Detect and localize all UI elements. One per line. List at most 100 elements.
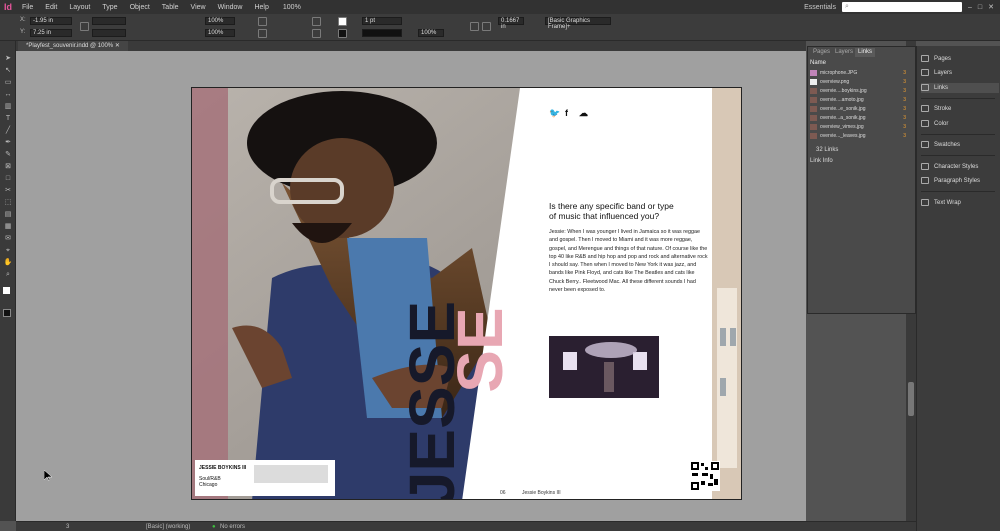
drop-shadow-icon[interactable]	[482, 22, 491, 31]
list-item[interactable]: overview.png 3	[810, 78, 910, 86]
page-tool-icon[interactable]: ▭	[3, 79, 13, 87]
menu-type[interactable]: Type	[96, 4, 123, 11]
list-item[interactable]: overvie..._leaves.jpg 3	[810, 132, 910, 140]
dock-color[interactable]: Color	[921, 119, 999, 129]
interview-answer[interactable]: Jessie: When I was younger I lived in Ja…	[549, 228, 709, 294]
zoom-level[interactable]: 100%	[283, 4, 301, 11]
links-icon	[921, 83, 929, 91]
tint-field[interactable]: 100%	[418, 29, 444, 37]
preflight-profile[interactable]: [Basic] (working)	[146, 524, 190, 530]
scroll-thumb[interactable]	[908, 382, 914, 416]
flip-horizontal-icon[interactable]	[312, 17, 321, 26]
dock-pages[interactable]: Pages	[921, 54, 999, 64]
object-style-dropdown[interactable]: [Basic Graphics Frame]+	[545, 17, 611, 30]
dock-swatches[interactable]: Swatches	[921, 140, 999, 150]
list-item[interactable]: microphone.JPG 3	[810, 69, 910, 77]
scissors-tool-icon[interactable]: ✂	[3, 187, 13, 195]
scale-y-field[interactable]: 100%	[205, 29, 235, 37]
content-collector-icon[interactable]: ▥	[3, 103, 13, 111]
dock-character-styles[interactable]: Character Styles	[921, 162, 999, 172]
preflight-status[interactable]: No errors	[220, 524, 245, 530]
dock-paragraph-styles[interactable]: Paragraph Styles	[921, 176, 999, 186]
list-item[interactable]: overvie....amoto.jpg 3	[810, 96, 910, 104]
tab-layers[interactable]: Layers	[832, 48, 856, 57]
hand-tool-icon[interactable]: ✋	[3, 259, 13, 267]
offset-field[interactable]: 0.1667 in	[498, 17, 524, 30]
video-still[interactable]	[549, 336, 659, 398]
fill-color-icon[interactable]	[3, 287, 10, 294]
menu-file[interactable]: File	[16, 4, 39, 11]
interview-question[interactable]: Is there any specific band or type of mu…	[549, 201, 679, 221]
menu-help[interactable]: Help	[248, 4, 274, 11]
paragraph-styles-icon	[921, 176, 929, 184]
link-info-toggle[interactable]: Link Info	[810, 158, 833, 164]
swatches-icon	[921, 140, 929, 148]
effects-icon[interactable]	[470, 22, 479, 31]
search-input[interactable]: ⌕	[841, 2, 962, 12]
selection-tool-icon[interactable]: ➤	[3, 55, 13, 63]
rectangle-tool-icon[interactable]: □	[3, 175, 13, 183]
close-tab-icon[interactable]: ✕	[115, 43, 120, 49]
fill-swatch-icon[interactable]	[338, 17, 347, 26]
direct-selection-tool-icon[interactable]: ↖	[3, 67, 13, 75]
stroke-weight-field[interactable]: 1 pt	[362, 17, 402, 25]
thumbnail	[810, 114, 817, 121]
document-spread[interactable]: SE JESSE 🐦 f ☁ Is there any specific ban…	[191, 87, 742, 500]
menu-table[interactable]: Table	[156, 4, 185, 11]
menu-object[interactable]: Object	[124, 4, 156, 11]
tab-links[interactable]: Links	[855, 48, 876, 57]
pen-tool-icon[interactable]: ✒	[3, 139, 13, 147]
zoom-tool-icon[interactable]: ⌕	[3, 271, 13, 279]
shear-icon[interactable]	[258, 29, 267, 38]
color-icon	[921, 119, 929, 127]
document-tab[interactable]: *Playfest_souvenir.indd @ 100% ✕	[18, 41, 128, 51]
gradient-feather-tool-icon[interactable]: ▦	[3, 223, 13, 231]
menu-layout[interactable]: Layout	[63, 4, 96, 11]
stroke-swatch-icon[interactable]	[338, 29, 347, 38]
scale-x-field[interactable]: 100%	[205, 17, 235, 25]
eyedropper-tool-icon[interactable]: ⌖	[3, 247, 13, 255]
dock-links[interactable]: Links	[921, 83, 999, 93]
column-header-name[interactable]: Name	[810, 60, 826, 66]
menu-view[interactable]: View	[185, 4, 212, 11]
divider	[921, 155, 995, 156]
rotate-icon[interactable]	[258, 17, 267, 26]
note-tool-icon[interactable]: ✉	[3, 235, 13, 243]
gap-tool-icon[interactable]: ↔	[3, 91, 13, 99]
x-field[interactable]: -1.95 in	[30, 17, 72, 25]
dock-text-wrap[interactable]: Text Wrap	[921, 198, 999, 208]
panel-dock: Pages Layers Links Stroke Color Swatches…	[916, 46, 1000, 531]
caption-name: JESSIE BOYKINS III	[199, 465, 247, 471]
rectangle-frame-tool-icon[interactable]: ⊠	[3, 163, 13, 171]
width-field[interactable]	[92, 17, 126, 25]
constrain-proportions-icon[interactable]	[80, 22, 89, 31]
facebook-icon: f	[565, 108, 568, 118]
list-item[interactable]: overvie...a_sonik.jpg 3	[810, 114, 910, 122]
line-tool-icon[interactable]: ╱	[3, 127, 13, 135]
divider	[921, 191, 995, 192]
menu-edit[interactable]: Edit	[39, 4, 63, 11]
page-number-field[interactable]: 3	[66, 524, 69, 530]
stroke-type-dropdown[interactable]	[362, 29, 402, 37]
dock-stroke[interactable]: Stroke	[921, 104, 999, 114]
dock-layers[interactable]: Layers	[921, 68, 999, 78]
tab-pages[interactable]: Pages	[810, 48, 833, 57]
list-item[interactable]: overvie...e_sonik.jpg 3	[810, 105, 910, 113]
y-field[interactable]: 7.25 in	[30, 29, 72, 37]
close-icon[interactable]: ✕	[988, 3, 994, 11]
maximize-icon[interactable]: □	[978, 4, 982, 11]
list-item[interactable]: overvie....boykins.jpg 3	[810, 87, 910, 95]
stroke-color-icon[interactable]	[3, 309, 11, 317]
gradient-tool-icon[interactable]: ▤	[3, 211, 13, 219]
free-transform-tool-icon[interactable]: ⬚	[3, 199, 13, 207]
pencil-tool-icon[interactable]: ✎	[3, 151, 13, 159]
flip-vertical-icon[interactable]	[312, 29, 321, 38]
height-field[interactable]	[92, 29, 126, 37]
type-tool-icon[interactable]: T	[3, 115, 13, 123]
menu-window[interactable]: Window	[212, 4, 249, 11]
minimize-icon[interactable]: –	[968, 4, 972, 11]
thumbnail	[810, 78, 817, 85]
thumbnail	[810, 96, 817, 103]
workspace-switcher[interactable]: Essentials	[804, 4, 836, 11]
list-item[interactable]: overview_vimes.jpg 3	[810, 123, 910, 131]
